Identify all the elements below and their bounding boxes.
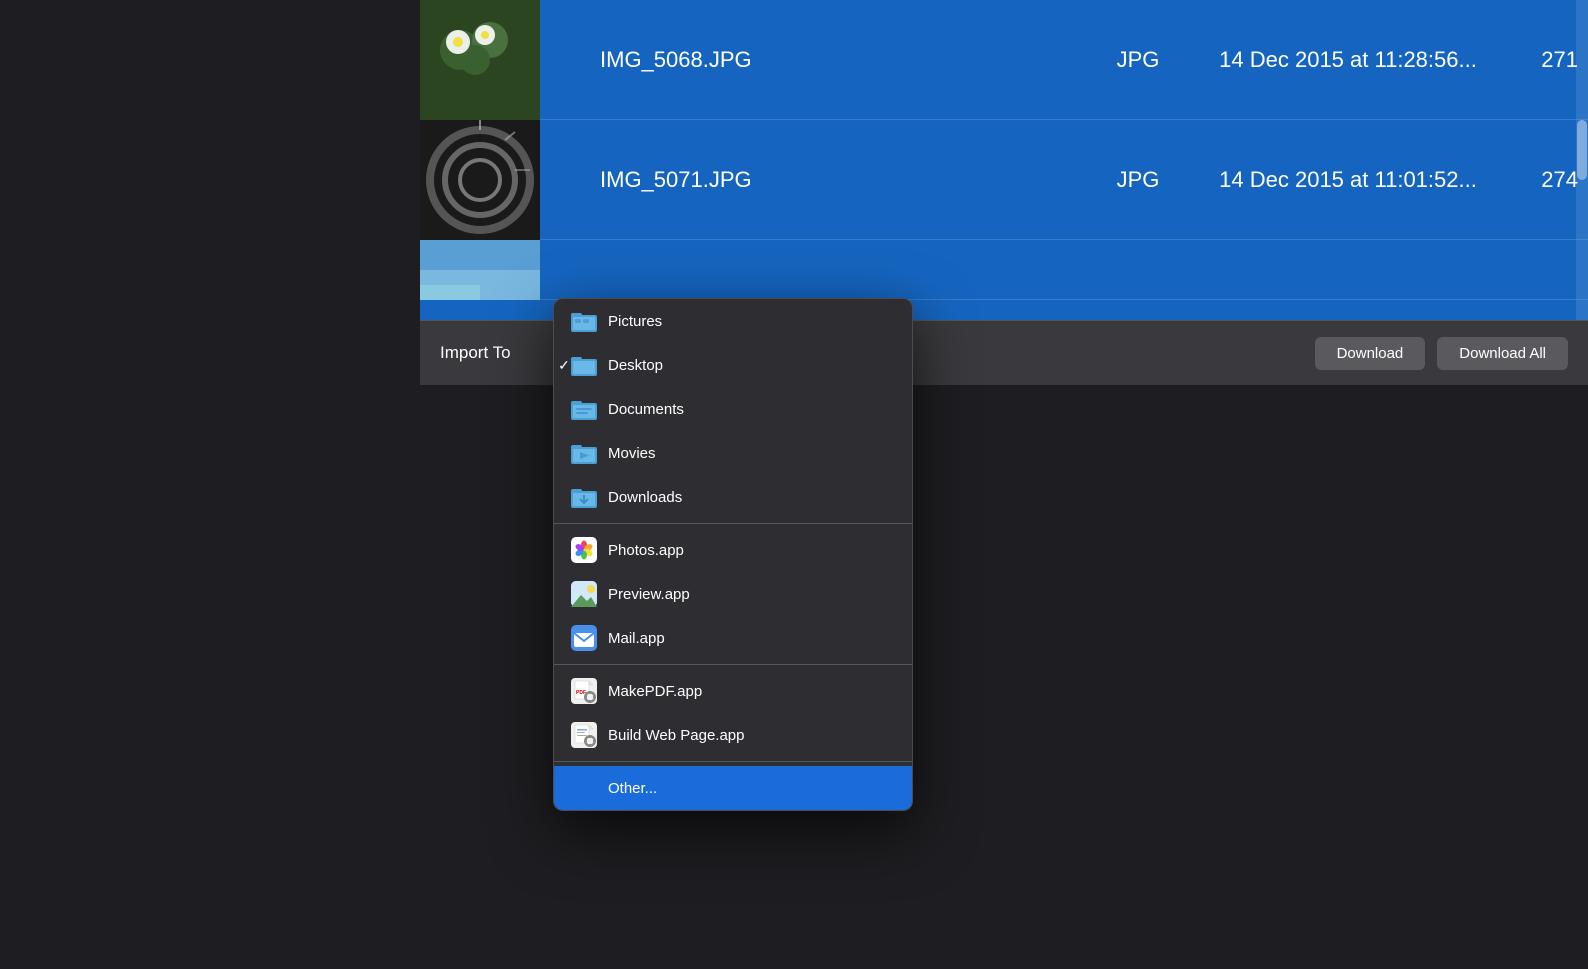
file-date: 14 Dec 2015 at 11:28:56...: [1188, 47, 1508, 73]
file-name: IMG_5068.JPG: [540, 47, 1088, 73]
table-row[interactable]: IMG_5071.JPG JPG 14 Dec 2015 at 11:01:52…: [420, 120, 1588, 240]
menu-item-text-documents: Documents: [608, 401, 684, 418]
file-name: IMG_5071.JPG: [540, 167, 1088, 193]
menu-item-text-photos: Photos.app: [608, 542, 684, 559]
folder-downloads-icon: [570, 486, 598, 508]
import-to-dropdown: Pictures ✓ Desktop Documents: [553, 298, 913, 811]
photos-app-icon: [570, 539, 598, 561]
menu-item-downloads[interactable]: Downloads: [554, 475, 912, 519]
file-date: 14 Dec 2015 at 11:01:52...: [1188, 167, 1508, 193]
file-type: JPG: [1088, 167, 1188, 193]
table-row[interactable]: [420, 240, 1588, 300]
buildwebpage-app-icon: [570, 724, 598, 746]
other-icon: [570, 777, 598, 799]
menu-item-pictures[interactable]: Pictures: [554, 299, 912, 343]
scrollbar[interactable]: [1576, 0, 1588, 320]
menu-item-text-downloads: Downloads: [608, 489, 682, 506]
folder-documents-icon: [570, 398, 598, 420]
download-button[interactable]: Download: [1315, 337, 1426, 370]
preview-app-icon: [570, 583, 598, 605]
checkmark-desktop: ✓: [554, 357, 574, 374]
file-list: IMG_5068.JPG JPG 14 Dec 2015 at 11:28:56…: [420, 0, 1588, 320]
menu-item-makepdf[interactable]: PDF MakePDF.app: [554, 669, 912, 713]
menu-item-text-other: Other...: [608, 780, 657, 797]
folder-movies-icon: [570, 442, 598, 464]
import-to-label: Import To: [440, 343, 511, 363]
thumbnail: [420, 240, 540, 300]
thumbnail: [420, 0, 540, 120]
menu-item-text-preview: Preview.app: [608, 586, 690, 603]
separator-1: [554, 523, 912, 524]
menu-item-preview[interactable]: Preview.app: [554, 572, 912, 616]
menu-item-buildwebpage[interactable]: Build Web Page.app: [554, 713, 912, 757]
download-all-button[interactable]: Download All: [1437, 337, 1568, 370]
thumbnail: [420, 120, 540, 240]
separator-3: [554, 761, 912, 762]
menu-item-photos[interactable]: Photos.app: [554, 528, 912, 572]
separator-2: [554, 664, 912, 665]
menu-item-text-desktop: Desktop: [608, 357, 663, 374]
menu-item-documents[interactable]: Documents: [554, 387, 912, 431]
folder-desktop-icon: [570, 354, 598, 376]
scrollbar-thumb[interactable]: [1577, 120, 1587, 180]
mail-app-icon: [570, 627, 598, 649]
menu-item-text-movies: Movies: [608, 445, 656, 462]
menu-item-movies[interactable]: Movies: [554, 431, 912, 475]
menu-item-text-buildwebpage: Build Web Page.app: [608, 727, 745, 744]
menu-item-text-mail: Mail.app: [608, 630, 665, 647]
makepdf-app-icon: PDF: [570, 680, 598, 702]
menu-item-desktop[interactable]: ✓ Desktop: [554, 343, 912, 387]
table-row[interactable]: IMG_5068.JPG JPG 14 Dec 2015 at 11:28:56…: [420, 0, 1588, 120]
menu-item-mail[interactable]: Mail.app: [554, 616, 912, 660]
menu-item-text-makepdf: MakePDF.app: [608, 683, 702, 700]
folder-pictures-icon: [570, 310, 598, 332]
menu-item-other[interactable]: Other...: [554, 766, 912, 810]
menu-item-text-pictures: Pictures: [608, 313, 662, 330]
file-type: JPG: [1088, 47, 1188, 73]
